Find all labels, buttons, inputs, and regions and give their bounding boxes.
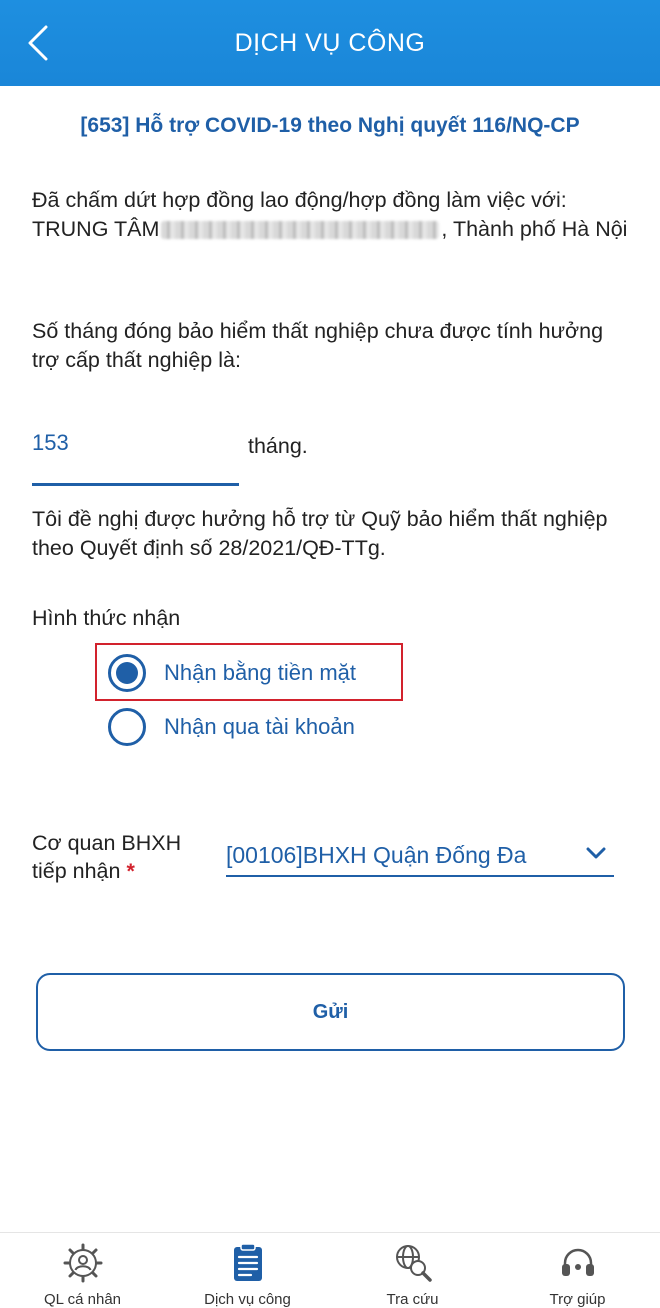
radio-dot (116, 662, 138, 684)
months-unit: tháng. (248, 434, 308, 458)
document-icon (226, 1241, 270, 1285)
bottom-navigation: QL cá nhân Dịch vụ công Tra cứu Trợ giúp (0, 1232, 660, 1308)
headset-icon (556, 1241, 600, 1285)
radio-account-label: Nhận qua tài khoản (164, 714, 355, 739)
months-field[interactable]: 153 (32, 420, 239, 486)
redacted-name (161, 221, 440, 240)
radio-button-unselected[interactable] (108, 708, 146, 746)
nav-item-public-service[interactable]: Dịch vụ công (165, 1233, 330, 1308)
agency-label: Cơ quan BHXH tiếp nhận * (32, 829, 212, 885)
nav-label-lookup: Tra cứu (386, 1291, 439, 1308)
radio-button-selected[interactable] (108, 654, 146, 692)
nav-label-help: Trợ giúp (549, 1291, 606, 1308)
service-title: [653] Hỗ trợ COVID-19 theo Nghị quyết 11… (80, 114, 580, 137)
required-mark: * (126, 859, 135, 883)
months-question: Số tháng đóng bảo hiểm thất nghiệp chưa … (32, 319, 604, 372)
months-input[interactable]: 153 (32, 430, 69, 456)
radio-cash[interactable]: Nhận bằng tiền mặt (108, 654, 356, 692)
nav-label-public-service: Dịch vụ công (204, 1291, 291, 1308)
termination-text-suffix: , Thành phố Hà Nội (441, 217, 628, 241)
nav-item-personal[interactable]: QL cá nhân (0, 1233, 165, 1308)
back-button[interactable] (18, 18, 58, 68)
chevron-left-icon (28, 25, 48, 61)
submit-button[interactable]: Gửi (36, 973, 625, 1051)
agency-selected-value: [00106]BHXH Quận Đống Đa (226, 842, 527, 868)
nav-item-lookup[interactable]: Tra cứu (330, 1233, 495, 1308)
nav-label-personal: QL cá nhân (44, 1291, 121, 1308)
agency-label-text: Cơ quan BHXH tiếp nhận (32, 831, 182, 883)
receive-method-label: Hình thức nhận (32, 606, 181, 630)
chevron-down-icon (586, 847, 606, 859)
termination-statement: Đã chấm dứt hợp đồng lao động/hợp đồng l… (32, 186, 632, 244)
globe-search-icon (391, 1241, 435, 1285)
radio-cash-label: Nhận bằng tiền mặt (164, 660, 357, 685)
app-header: DỊCH VỤ CÔNG (0, 0, 660, 86)
radio-account[interactable]: Nhận qua tài khoản (108, 708, 355, 746)
submit-label: Gửi (312, 1000, 349, 1023)
nav-item-help[interactable]: Trợ giúp (495, 1233, 660, 1308)
request-statement: Tôi đề nghị được hưởng hỗ trợ từ Quỹ bảo… (32, 507, 608, 560)
agency-select[interactable]: [00106]BHXH Quận Đống Đa (226, 836, 614, 877)
page-title: DỊCH VỤ CÔNG (234, 28, 426, 57)
gear-user-icon (61, 1241, 105, 1285)
